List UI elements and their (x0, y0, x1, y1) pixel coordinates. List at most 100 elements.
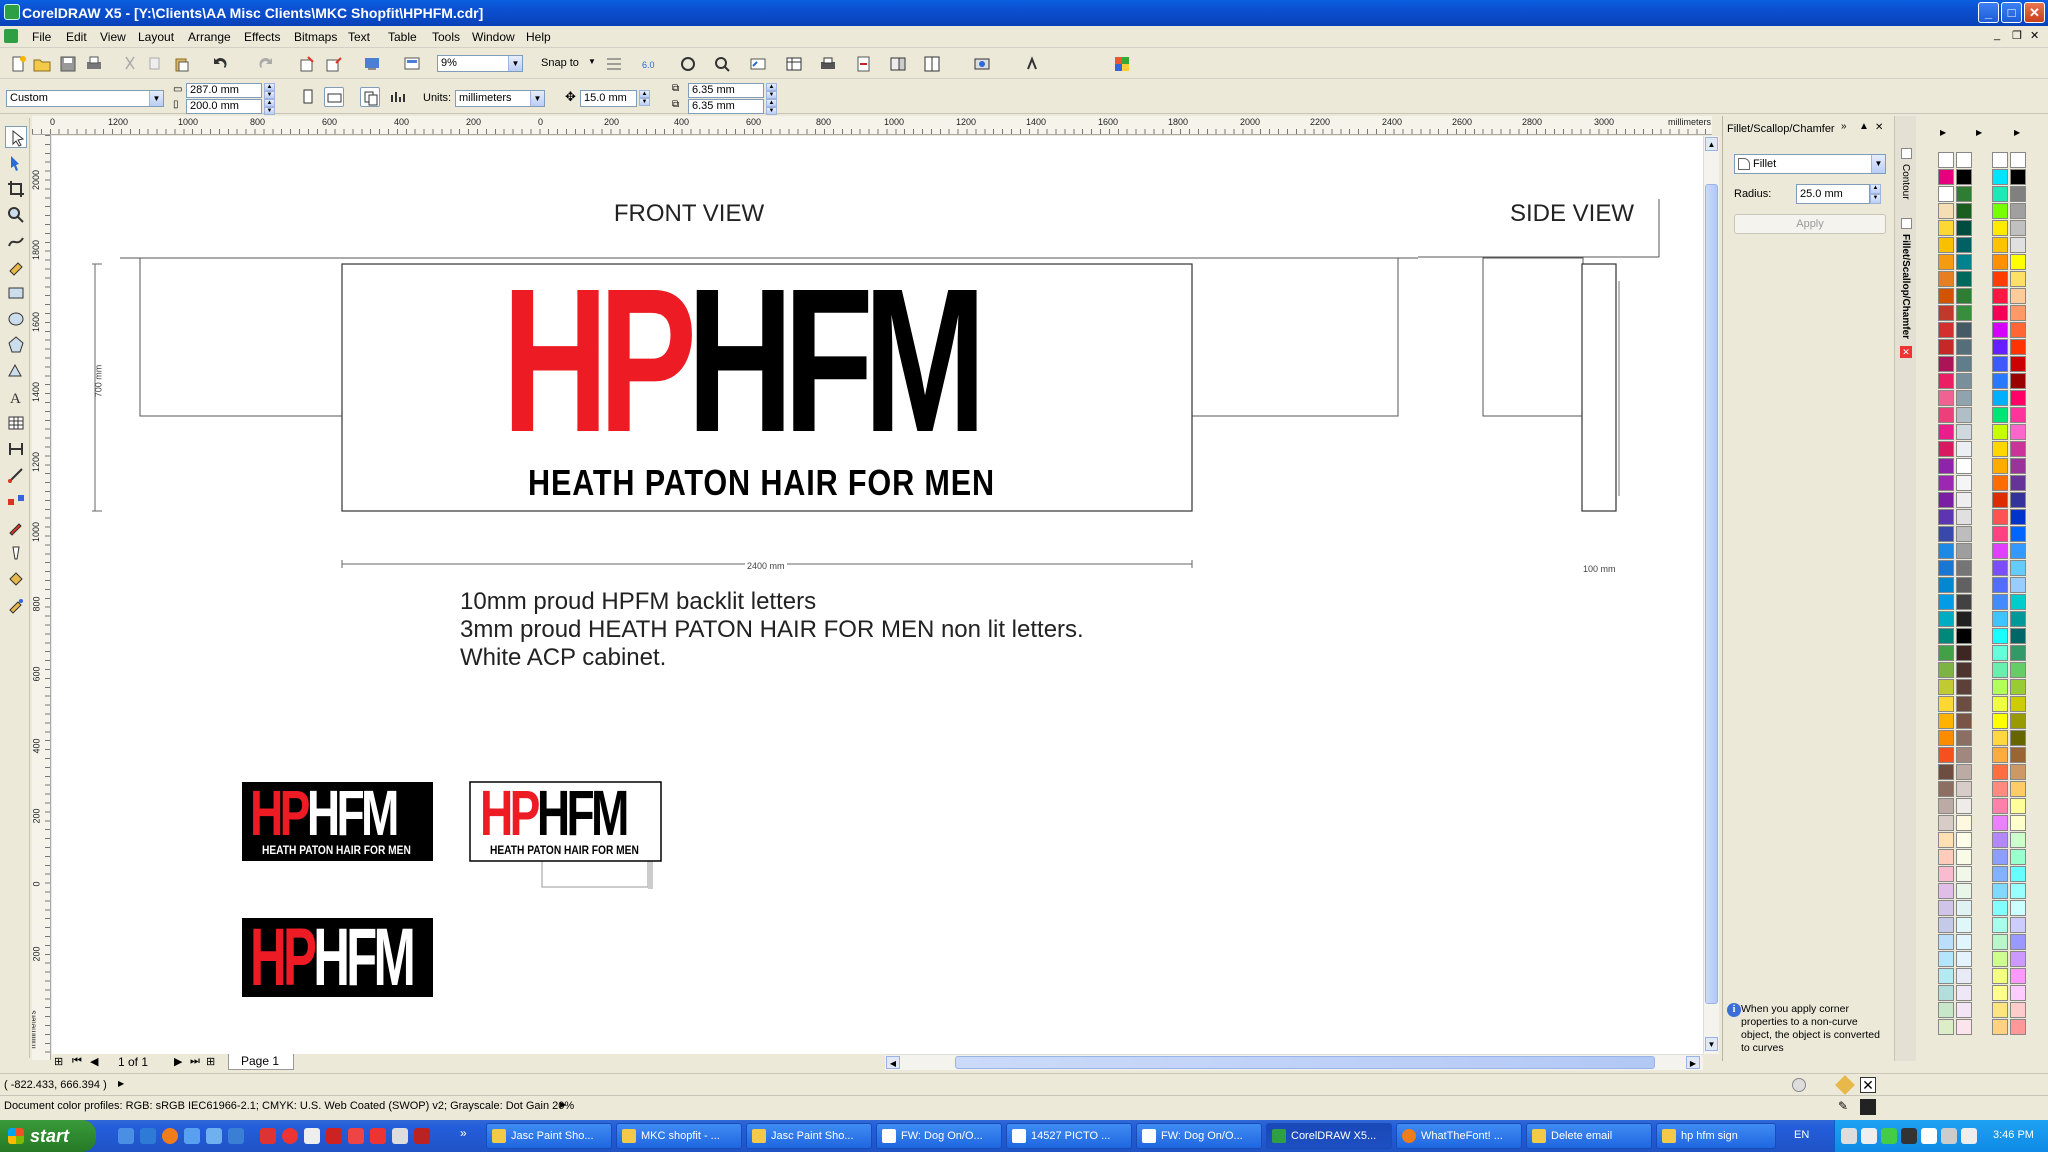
dupx-spin-down-icon[interactable]: ▼ (766, 91, 777, 99)
rectangle-tool-icon[interactable] (5, 282, 27, 304)
color-palette-4[interactable] (2009, 152, 2027, 1036)
horizontal-scrollbar[interactable]: ◀ ▶ (885, 1054, 1703, 1070)
color-swatch[interactable] (1938, 594, 1954, 610)
menu-help[interactable]: Help (526, 30, 551, 44)
color-swatch[interactable] (1956, 917, 1972, 933)
color-swatch[interactable] (1992, 424, 2008, 440)
taskbar-item[interactable]: 14527 PICTO ... (1006, 1123, 1132, 1149)
page-height-field[interactable]: 200.0 mm (186, 99, 262, 114)
color-swatch[interactable] (1938, 1019, 1954, 1035)
color-management-icon[interactable] (1112, 54, 1132, 74)
color-swatch[interactable] (1956, 288, 1972, 304)
document-icon[interactable] (4, 29, 18, 43)
color-swatch[interactable] (1956, 458, 1972, 474)
color-swatch[interactable] (1992, 696, 2008, 712)
tray-icon[interactable] (1881, 1128, 1897, 1144)
outline-pen-icon[interactable]: ✎ (1838, 1099, 1848, 1113)
menu-layout[interactable]: Layout (138, 30, 174, 44)
color-swatch[interactable] (1956, 798, 1972, 814)
color-swatch[interactable] (1938, 458, 1954, 474)
color-swatch[interactable] (1956, 560, 1972, 576)
color-swatch[interactable] (2010, 356, 2026, 372)
color-swatch[interactable] (2010, 288, 2026, 304)
volume-icon[interactable] (1961, 1128, 1977, 1144)
taskbar-item[interactable]: MKC shopfit - ... (616, 1123, 742, 1149)
color-swatch[interactable] (1956, 407, 1972, 423)
radius-field[interactable]: 25.0 mm (1796, 184, 1870, 204)
quicklaunch-icon[interactable] (392, 1128, 408, 1144)
color-swatch[interactable] (1992, 560, 2008, 576)
scroll-right-icon[interactable]: ▶ (1686, 1056, 1700, 1069)
add-page-icon[interactable]: ⊞ (206, 1055, 215, 1068)
color-swatch[interactable] (1938, 305, 1954, 321)
clock[interactable]: 3:46 PM (1993, 1129, 2034, 1141)
color-swatch[interactable] (1938, 475, 1954, 491)
color-swatch[interactable] (1992, 305, 2008, 321)
color-swatch[interactable] (2010, 237, 2026, 253)
page-width-field[interactable]: 287.0 mm (186, 83, 262, 98)
color-swatch[interactable] (1956, 577, 1972, 593)
menu-view[interactable]: View (100, 30, 126, 44)
quicklaunch-more-icon[interactable]: » (460, 1126, 467, 1140)
zoom-tool-icon[interactable] (5, 204, 27, 226)
units-dropdown[interactable]: millimeters ▼ (455, 90, 545, 107)
height-spin-up-icon[interactable]: ▲ (264, 99, 275, 107)
corel-connect-icon[interactable]: 6.0 (640, 54, 660, 74)
color-swatch[interactable] (1956, 747, 1972, 763)
color-swatch[interactable] (2010, 645, 2026, 661)
save-icon[interactable] (58, 54, 78, 74)
color-swatch[interactable] (1938, 883, 1954, 899)
color-swatch[interactable] (1992, 407, 2008, 423)
color-swatch[interactable] (1938, 985, 1954, 1001)
color-swatch[interactable] (1956, 526, 1972, 542)
color-swatch[interactable] (2010, 1019, 2026, 1035)
quicklaunch-icon[interactable] (282, 1128, 298, 1144)
docker-close-icon[interactable]: ✕ (1875, 122, 1883, 133)
color-swatch[interactable] (2010, 509, 2026, 525)
publish-pdf-icon[interactable] (854, 54, 874, 74)
minimize-button[interactable]: _ (1978, 2, 1999, 23)
color-swatch[interactable] (1938, 254, 1954, 270)
color-swatch[interactable] (1938, 713, 1954, 729)
color-swatch[interactable] (1992, 509, 2008, 525)
color-swatch[interactable] (1956, 1002, 1972, 1018)
horizontal-scroll-thumb[interactable] (955, 1056, 1655, 1069)
color-swatch[interactable] (1956, 815, 1972, 831)
snap-chevron-down-icon[interactable]: ▼ (588, 57, 596, 66)
color-swatch[interactable] (1956, 305, 1972, 321)
color-swatch[interactable] (1992, 322, 2008, 338)
color-swatch[interactable] (1992, 543, 2008, 559)
color-swatch[interactable] (1992, 645, 2008, 661)
color-swatch[interactable] (1992, 492, 2008, 508)
close-button[interactable]: ✕ (2024, 2, 2045, 23)
color-swatch[interactable] (1992, 781, 2008, 797)
color-swatch[interactable] (1992, 373, 2008, 389)
last-page-icon[interactable]: ⏭ (190, 1055, 200, 1068)
fill-tool-icon[interactable] (5, 568, 27, 590)
color-swatch[interactable] (1938, 373, 1954, 389)
color-swatch[interactable] (1938, 356, 1954, 372)
nudge-distance-field[interactable]: 15.0 mm (580, 90, 637, 107)
taskbar-item[interactable]: WhatTheFont! ... (1396, 1123, 1522, 1149)
color-swatch[interactable] (1992, 186, 2008, 202)
capture-icon[interactable] (972, 54, 992, 74)
color-swatch[interactable] (1956, 271, 1972, 287)
color-swatch[interactable] (1938, 560, 1954, 576)
color-swatch[interactable] (2010, 373, 2026, 389)
color-swatch[interactable] (1956, 543, 1972, 559)
color-swatch[interactable] (1938, 390, 1954, 406)
taskbar-item[interactable]: Jasc Paint Sho... (746, 1123, 872, 1149)
page-tab-1[interactable]: Page 1 (228, 1054, 295, 1070)
height-spin-down-icon[interactable]: ▼ (264, 107, 275, 115)
vertical-scroll-thumb[interactable] (1705, 184, 1718, 1004)
color-swatch[interactable] (1992, 237, 2008, 253)
color-swatch[interactable] (1992, 917, 2008, 933)
menu-file[interactable]: File (32, 30, 51, 44)
blend-tool-icon[interactable] (5, 490, 27, 512)
doc-minimize-icon[interactable]: _ (1994, 29, 2000, 41)
color-swatch[interactable] (1956, 203, 1972, 219)
color-swatch[interactable] (1938, 322, 1954, 338)
color-swatch[interactable] (1938, 662, 1954, 678)
close-docker-icon[interactable]: ✕ (1900, 346, 1912, 358)
color-swatch[interactable] (2010, 441, 2026, 457)
